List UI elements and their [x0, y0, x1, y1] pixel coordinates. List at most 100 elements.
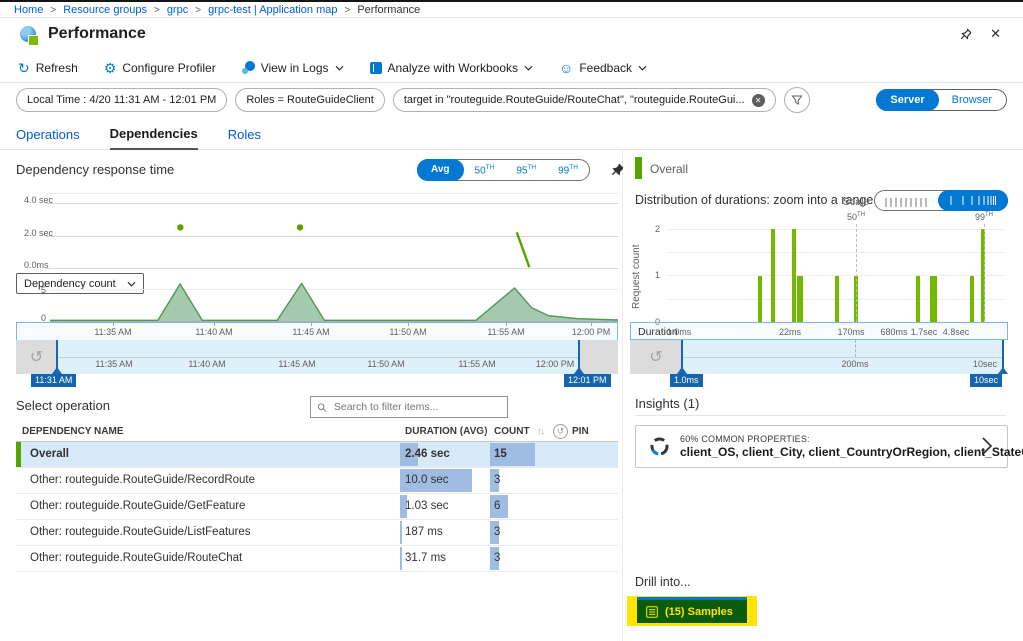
smiley-icon: ☺	[559, 61, 573, 75]
samples-list-icon	[646, 606, 658, 618]
breadcrumb-resource-groups[interactable]: Resource groups	[63, 4, 147, 16]
configure-profiler-label: Configure Profiler	[122, 61, 215, 75]
time-range-brush: ↺ 11:35 AM11:40 AM11:45 AM11:50 AM11:55 …	[16, 340, 618, 374]
histogram-bar	[930, 276, 937, 323]
response-time-line-segment	[517, 232, 530, 267]
count-value: 15	[494, 448, 507, 460]
remove-filter-icon[interactable]: ✕	[752, 94, 765, 107]
column-header-count[interactable]: COUNT	[494, 426, 530, 437]
brush-center-tick	[855, 340, 856, 357]
percentile-50th[interactable]: 50TH	[464, 164, 506, 176]
histogram-plot-area[interactable]	[668, 229, 1004, 322]
tab-dependencies[interactable]: Dependencies	[110, 126, 198, 150]
count-value: 3	[494, 552, 500, 564]
sort-count-icon[interactable]: ↑↓	[537, 426, 544, 436]
close-blade-icon[interactable]: ✕	[990, 26, 1001, 42]
table-row-recordroute[interactable]: Other: routeguide.RouteGuide/RecordRoute…	[16, 468, 618, 494]
brush-reset-button[interactable]: ↺	[630, 340, 682, 374]
target-filter-pill[interactable]: target in "routeguide.RouteGuide/RouteCh…	[393, 88, 776, 112]
panel-divider	[622, 149, 623, 641]
sort-duration-icon[interactable]: ↑↓	[480, 426, 487, 436]
add-filter-button[interactable]	[784, 87, 810, 113]
count-value: 6	[494, 500, 500, 512]
brush-tick-label: 11:40 AM	[188, 359, 225, 369]
dependency-name: Other: routeguide.RouteGuide/GetFeature	[30, 500, 245, 512]
insights-heading: Insights (1)	[635, 396, 699, 411]
table-row-getfeature[interactable]: Other: routeguide.RouteGuide/GetFeature …	[16, 494, 618, 520]
dependency-count-plot	[50, 283, 618, 322]
server-browser-toggle: Server Browser	[876, 89, 1007, 111]
duration-axis-selection-box: Duration 1.0ms22ms170ms680ms1.7sec4.8sec	[630, 322, 1008, 340]
feedback-button[interactable]: ☺ Feedback	[559, 61, 647, 75]
percentile-95th[interactable]: 95TH	[505, 164, 547, 176]
percentile-marker-line	[984, 224, 985, 322]
log-scale-icon[interactable]	[938, 190, 1008, 211]
table-row-overall[interactable]: Overall 2.46 sec 15	[16, 442, 618, 468]
duration-value: 187 ms	[405, 526, 443, 538]
brush-end-badge: 10sec	[970, 374, 1002, 387]
time-range-filter-label: Local Time : 4/20 11:31 AM - 12:01 PM	[27, 94, 216, 106]
breadcrumb-grpc[interactable]: grpc	[167, 4, 188, 16]
response-time-chart-title: Dependency response time	[16, 162, 174, 177]
brush-selected-range[interactable]: 11:35 AM11:40 AM11:45 AM11:50 AM11:55 AM…	[57, 340, 581, 374]
brush-start-badge: 1.0ms	[670, 374, 703, 387]
insight-card[interactable]: 60% COMMON PROPERTIES: client_OS, client…	[635, 425, 1008, 468]
linear-scale-icon[interactable]	[884, 195, 928, 213]
select-operation-heading: Select operation	[16, 398, 110, 413]
brush-end-handle-marker[interactable]	[998, 367, 1008, 374]
breadcrumb-home[interactable]: Home	[14, 4, 43, 16]
gear-icon: ⚙	[104, 61, 117, 75]
duration-range-brush: ↺ 200ms 10sec 1.0ms 10sec	[630, 340, 1008, 374]
percentile-99th[interactable]: 99TH	[547, 164, 589, 176]
duration-histogram: Request count 2 1 0 Duration 1.0ms22ms17…	[630, 214, 1008, 340]
tab-roles[interactable]: Roles	[228, 127, 261, 149]
response-time-plot	[46, 190, 618, 270]
duration-axis-tick-label: 680ms	[880, 327, 907, 337]
time-axis-tick-label: 11:45 AM	[292, 327, 329, 337]
brush-start-handle-marker[interactable]	[52, 367, 62, 374]
time-range-filter-pill[interactable]: Local Time : 4/20 11:31 AM - 12:01 PM	[16, 88, 227, 112]
samples-button[interactable]: (15) Samples	[637, 600, 747, 623]
performance-blade: Home > Resource groups > grpc > grpc-tes…	[0, 0, 1023, 641]
table-row-listfeatures[interactable]: Other: routeguide.RouteGuide/ListFeature…	[16, 520, 618, 546]
roles-filter-pill[interactable]: Roles = RouteGuideClient	[235, 88, 385, 112]
histogram-bar	[771, 229, 775, 322]
view-in-logs-label: View in Logs	[261, 61, 329, 75]
brush-axis-line	[57, 357, 581, 358]
percentile-avg[interactable]: Avg	[417, 159, 464, 181]
pin-chart-icon[interactable]	[610, 162, 625, 182]
time-axis-tick-label: 11:40 AM	[195, 327, 232, 337]
duration-value: 31.7 ms	[405, 552, 446, 564]
brush-selected-range[interactable]: 200ms 10sec	[682, 340, 1004, 374]
breadcrumb-application-map[interactable]: grpc-test | Application map	[208, 4, 337, 16]
column-header-duration[interactable]: DURATION (AVG)	[405, 426, 487, 437]
histogram-y-axis-label: Request count	[631, 242, 642, 312]
search-input[interactable]	[332, 400, 501, 414]
browser-toggle-option[interactable]: Browser	[938, 90, 1006, 110]
brush-end-handle-marker[interactable]	[574, 367, 584, 374]
column-header-dependency-name[interactable]: DEPENDENCY NAME	[22, 426, 124, 437]
pin-blade-icon[interactable]	[959, 27, 973, 46]
chevron-down-icon	[335, 65, 344, 71]
refresh-button[interactable]: ↻ Refresh	[18, 61, 78, 75]
analyze-with-workbooks-button[interactable]: Analyze with Workbooks	[370, 61, 534, 75]
view-in-logs-button[interactable]: View in Logs	[242, 61, 344, 75]
brush-unselected-range[interactable]	[580, 340, 618, 374]
samples-button-highlight: (15) Samples	[627, 596, 757, 626]
axis-tick-mark	[311, 323, 312, 326]
brush-tick-label: 12:00 PM	[536, 359, 575, 369]
configure-profiler-button[interactable]: ⚙ Configure Profiler	[104, 61, 216, 75]
brush-reset-button[interactable]: ↺	[16, 340, 57, 374]
dependency-count-area	[50, 283, 618, 321]
axis-tick-mark	[591, 323, 592, 326]
brush-start-handle-marker[interactable]	[677, 367, 687, 374]
tab-bar: Operations Dependencies Roles	[0, 118, 1023, 150]
duration-axis-tick-label: 4.8sec	[943, 327, 970, 337]
reset-selection-icon[interactable]: ↺	[553, 424, 568, 439]
window-edge	[0, 0, 1023, 2]
duration-bar	[400, 547, 402, 570]
tab-operations[interactable]: Operations	[16, 127, 80, 149]
chevron-down-icon	[638, 65, 647, 71]
table-row-routechat[interactable]: Other: routeguide.RouteGuide/RouteChat 3…	[16, 546, 618, 572]
server-toggle-option[interactable]: Server	[876, 89, 938, 111]
